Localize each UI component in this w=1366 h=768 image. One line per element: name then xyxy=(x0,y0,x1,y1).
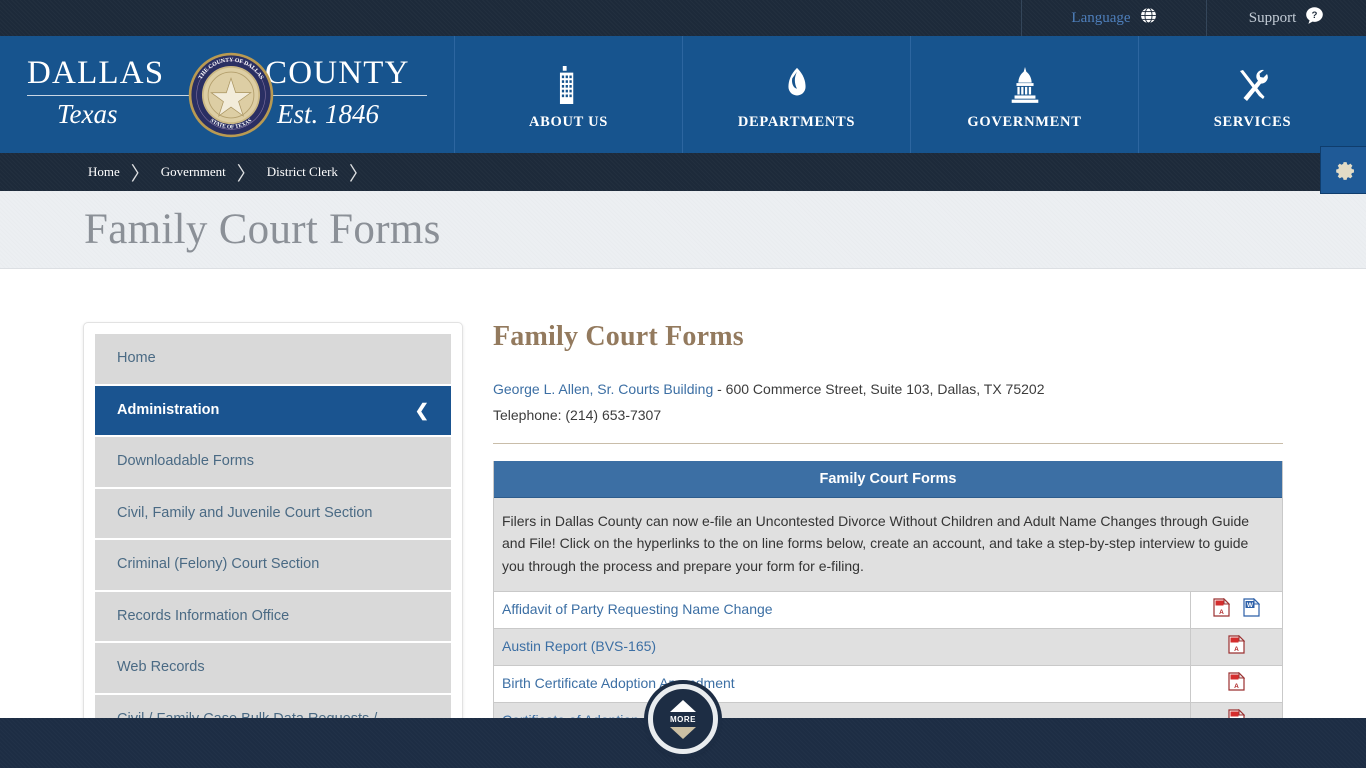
departments-circle-icon xyxy=(782,64,812,104)
breadcrumb-item-district-clerk[interactable]: District Clerk xyxy=(267,164,338,180)
building-icon xyxy=(556,64,581,104)
sidebar-item-label: Web Records xyxy=(117,659,205,676)
sidebar-item-records-information-office[interactable]: Records Information Office xyxy=(95,591,451,644)
site-logo[interactable]: DALLAS COUNTY Texas Est. 1846 THE COUNTY… xyxy=(0,36,455,153)
page-title-band: Family Court Forms xyxy=(0,191,1366,269)
table-row: Birth Certificate Adoption Amendment A xyxy=(494,665,1282,703)
form-name-cell: Birth Certificate Adoption Amendment xyxy=(494,666,1190,702)
table-row: Affidavit of Party Requesting Name Chang… xyxy=(494,591,1282,629)
triangle-up-icon xyxy=(670,700,696,712)
form-name-cell: Affidavit of Party Requesting Name Chang… xyxy=(494,592,1190,628)
settings-tab-button[interactable] xyxy=(1320,146,1366,194)
content-divider xyxy=(493,442,1283,444)
address-building-link[interactable]: George L. Allen, Sr. Courts Building xyxy=(493,381,713,397)
capitol-dome-icon xyxy=(1007,64,1043,104)
brand-word-texas: Texas xyxy=(57,98,118,129)
county-seal-icon: THE COUNTY OF DALLAS STATE OF TEXAS xyxy=(187,51,275,144)
sidebar-item-label: Home xyxy=(117,350,156,366)
form-link[interactable]: Austin Report (BVS-165) xyxy=(502,638,656,654)
globe-icon xyxy=(1140,7,1157,29)
breadcrumb-item-home[interactable]: Home xyxy=(88,164,120,180)
sidebar-item-label: Records Information Office xyxy=(117,607,290,624)
forms-table-intro: Filers in Dallas County can now e-file a… xyxy=(494,497,1282,592)
svg-text:A: A xyxy=(1219,609,1224,616)
form-name-cell: Austin Report (BVS-165) xyxy=(494,629,1190,665)
support-label: Support xyxy=(1248,9,1297,26)
tools-wrench-screwdriver-icon xyxy=(1236,64,1270,104)
word-icon[interactable]: W xyxy=(1243,597,1261,622)
support-link[interactable]: Support ? xyxy=(1206,0,1366,36)
nav-label-about-us: ABOUT US xyxy=(528,114,609,130)
breadcrumb-separator-icon: 〉 xyxy=(348,163,368,185)
nav-label-services: SERVICES xyxy=(1213,114,1292,130)
more-button-label: MORE xyxy=(670,715,696,724)
chevron-left-icon: ❮ xyxy=(414,400,429,420)
breadcrumb-item-government[interactable]: Government xyxy=(161,164,226,180)
nav-label-government: GOVERNMENT xyxy=(967,114,1082,130)
page-title: Family Court Forms xyxy=(84,206,441,253)
brand-rule-right xyxy=(265,94,427,96)
sidebar-item-web-records[interactable]: Web Records xyxy=(95,643,451,695)
form-link[interactable]: Affidavit of Party Requesting Name Chang… xyxy=(502,601,773,617)
site-header: DALLAS COUNTY Texas Est. 1846 THE COUNTY… xyxy=(0,36,1366,153)
triangle-down-icon xyxy=(670,727,696,739)
content-heading: Family Court Forms xyxy=(493,321,744,352)
top-utility-items: Language Support ? xyxy=(1021,0,1366,36)
more-scroll-button[interactable]: MORE xyxy=(648,684,718,754)
sidebar-item-downloadable-forms[interactable]: Downloadable Forms xyxy=(95,437,451,489)
form-format-cell: A W xyxy=(1190,591,1282,628)
sidebar-navigation: Home Administration ❮ Downloadable Forms… xyxy=(83,322,463,722)
nav-item-about-us[interactable]: ABOUT US xyxy=(455,36,682,153)
svg-text:W: W xyxy=(1247,602,1254,609)
office-address: George L. Allen, Sr. Courts Building - 6… xyxy=(493,379,1283,401)
brand-word-dallas: DALLAS xyxy=(27,54,165,91)
forms-table: Family Court Forms Filers in Dallas Coun… xyxy=(493,460,1283,741)
office-telephone: Telephone: (214) 653-7307 xyxy=(493,406,662,423)
forms-table-header: Family Court Forms xyxy=(494,460,1282,498)
svg-text:A: A xyxy=(1234,646,1239,653)
sidebar-item-label: Criminal (Felony) Court Section xyxy=(117,556,320,573)
nav-label-departments: DEPARTMENTS xyxy=(737,114,856,130)
svg-text:A: A xyxy=(1234,683,1239,690)
question-help-icon: ? xyxy=(1305,6,1324,30)
nav-item-departments[interactable]: DEPARTMENTS xyxy=(682,36,910,153)
language-label: Language xyxy=(1071,9,1131,26)
main-navigation: ABOUT US DEPARTMENTS GOVERNMENT SERVICES xyxy=(455,36,1366,153)
breadcrumb: Home 〉 Government 〉 District Clerk 〉 xyxy=(0,153,1366,191)
sidebar-item-label: Administration xyxy=(117,401,220,418)
breadcrumb-separator-icon: 〉 xyxy=(236,163,256,185)
address-remainder: - 600 Commerce Street, Suite 103, Dallas… xyxy=(713,381,1045,397)
pdf-icon[interactable]: A xyxy=(1228,634,1246,659)
language-selector[interactable]: Language xyxy=(1021,0,1206,36)
sidebar-item-label: Downloadable Forms xyxy=(117,453,255,470)
breadcrumb-separator-icon: 〉 xyxy=(130,163,150,185)
page-content: Home Administration ❮ Downloadable Forms… xyxy=(0,269,1366,741)
pdf-icon[interactable]: A xyxy=(1213,597,1231,622)
sidebar-item-civil-family-juvenile[interactable]: Civil, Family and Juvenile Court Section xyxy=(95,488,451,541)
nav-item-government[interactable]: GOVERNMENT xyxy=(910,36,1138,153)
gear-settings-icon xyxy=(1331,155,1357,186)
form-format-cell: A xyxy=(1190,628,1282,665)
brand-word-est: Est. 1846 xyxy=(277,98,380,129)
sidebar-item-administration[interactable]: Administration ❮ xyxy=(95,385,451,438)
sidebar-item-label: Civil, Family and Juvenile Court Section xyxy=(117,504,373,521)
form-format-cell: A xyxy=(1190,665,1282,702)
top-utility-bar: Language Support ? xyxy=(0,0,1366,36)
sidebar-item-criminal-felony[interactable]: Criminal (Felony) Court Section xyxy=(95,540,451,592)
pdf-icon[interactable]: A xyxy=(1228,671,1246,696)
nav-item-services[interactable]: SERVICES xyxy=(1138,36,1366,153)
brand-word-county: COUNTY xyxy=(265,54,410,91)
svg-text:?: ? xyxy=(1312,10,1318,21)
main-column: Family Court Forms George L. Allen, Sr. … xyxy=(493,321,1283,741)
sidebar-item-home[interactable]: Home xyxy=(95,334,451,386)
table-row: Austin Report (BVS-165) A xyxy=(494,628,1282,666)
